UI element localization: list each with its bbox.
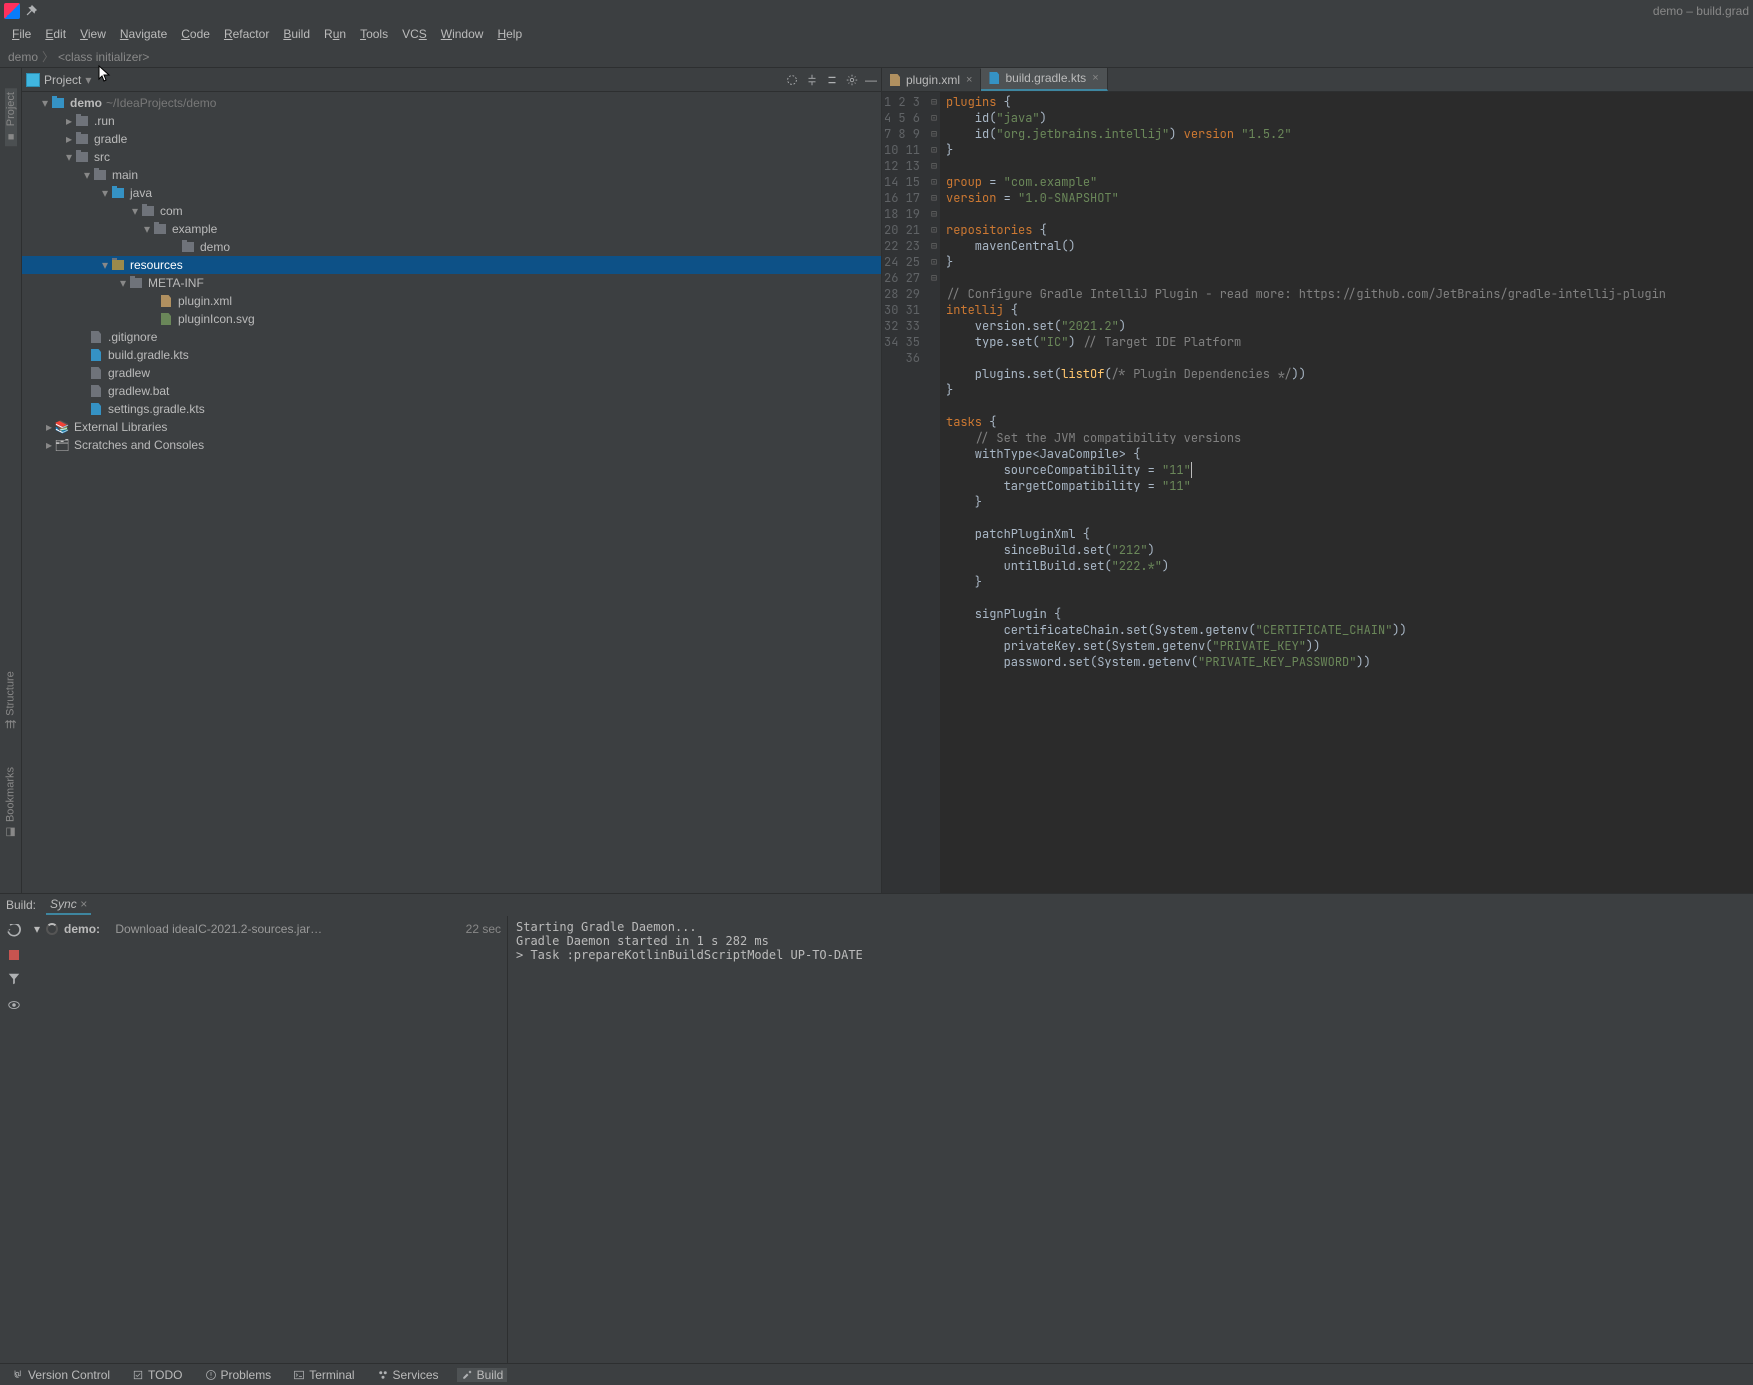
- editor-area: plugin.xml× build.gradle.kts× 1 2 3 4 5 …: [882, 68, 1753, 893]
- expand-all-icon[interactable]: [805, 73, 819, 87]
- filter-icon[interactable]: [7, 972, 21, 986]
- toolwindow-bookmarks[interactable]: ◧Bookmarks: [4, 763, 17, 843]
- menu-edit[interactable]: Edit: [39, 25, 72, 43]
- tree-com[interactable]: ▾com: [22, 202, 881, 220]
- pin-icon[interactable]: [24, 4, 38, 18]
- build-task-row[interactable]: ▾demo: Download ideaIC-2021.2-sources.ja…: [34, 920, 501, 938]
- tree-scratches[interactable]: ▸🗂Scratches and Consoles: [22, 436, 881, 454]
- fold-gutter[interactable]: ⊟ ⊡ ⊟ ⊡ ⊟ ⊡ ⊟ ⊟ ⊡ ⊟ ⊡ ⊟: [928, 92, 940, 893]
- gear-icon[interactable]: [845, 73, 859, 87]
- build-output[interactable]: Starting Gradle Daemon... Gradle Daemon …: [508, 916, 1753, 1363]
- status-build[interactable]: Build: [457, 1368, 508, 1382]
- status-todo[interactable]: TODO: [128, 1368, 186, 1382]
- tree-gradlewbat[interactable]: gradlew.bat: [22, 382, 881, 400]
- tree-settings[interactable]: settings.gradle.kts: [22, 400, 881, 418]
- menu-build[interactable]: Build: [277, 25, 316, 43]
- menu-code[interactable]: Code: [175, 25, 216, 43]
- left-tool-stripe[interactable]: ■Project ⇶Structure ◧Bookmarks: [0, 68, 22, 893]
- sidebar-header: Project ▾ —: [22, 68, 881, 92]
- breadcrumb[interactable]: demo 〉 <class initializer>: [0, 46, 1753, 68]
- menu-file[interactable]: File: [6, 25, 37, 43]
- menu-window[interactable]: Window: [435, 25, 490, 43]
- titlebar: demo – build.grad: [0, 0, 1753, 22]
- toolwindow-project[interactable]: ■Project: [5, 88, 17, 146]
- build-tabs[interactable]: Build: Sync ×: [0, 894, 1753, 916]
- menu-navigate[interactable]: Navigate: [114, 25, 173, 43]
- tree-demo[interactable]: demo: [22, 238, 881, 256]
- editor-tabs[interactable]: plugin.xml× build.gradle.kts×: [882, 68, 1753, 92]
- window-title: demo – build.grad: [1653, 4, 1749, 18]
- spinner-icon: [46, 923, 58, 935]
- app-logo-icon: [4, 3, 20, 19]
- toggle-view-icon[interactable]: [7, 998, 21, 1012]
- menu-tools[interactable]: Tools: [354, 25, 394, 43]
- tree-buildgradle[interactable]: build.gradle.kts: [22, 346, 881, 364]
- build-label: Build:: [6, 898, 36, 912]
- tree-main[interactable]: ▾main: [22, 166, 881, 184]
- tree-gitignore[interactable]: .gitignore: [22, 328, 881, 346]
- menu-help[interactable]: Help: [491, 25, 528, 43]
- breadcrumb-root[interactable]: demo: [8, 50, 38, 64]
- tree-pluginicon[interactable]: pluginIcon.svg: [22, 310, 881, 328]
- project-view-icon: [26, 73, 40, 87]
- tree-root[interactable]: ▾demo~/IdeaProjects/demo: [22, 94, 881, 112]
- line-gutter: 1 2 3 4 5 6 7 8 9 10 11 12 13 14 15 16 1…: [882, 92, 928, 893]
- code-content[interactable]: plugins { id("java") id("org.jetbrains.i…: [940, 92, 1753, 893]
- menu-view[interactable]: View: [74, 25, 112, 43]
- menu-run[interactable]: Run: [318, 25, 352, 43]
- breadcrumb-item[interactable]: <class initializer>: [58, 50, 149, 64]
- build-toolbar[interactable]: [0, 916, 28, 1363]
- rerun-icon[interactable]: [7, 924, 21, 938]
- stop-icon[interactable]: [9, 950, 19, 960]
- hide-icon[interactable]: —: [865, 73, 877, 87]
- tree-resources[interactable]: ▾resources: [22, 256, 881, 274]
- tree-example[interactable]: ▾example: [22, 220, 881, 238]
- dropdown-icon[interactable]: ▾: [85, 73, 91, 87]
- menu-refactor[interactable]: Refactor: [218, 25, 275, 43]
- build-tab-sync[interactable]: Sync ×: [46, 895, 91, 915]
- tree-run[interactable]: ▸.run: [22, 112, 881, 130]
- build-panel: Build: Sync × ▾demo: Download ideaIC-202…: [0, 893, 1753, 1363]
- menubar[interactable]: File Edit View Navigate Code Refactor Bu…: [0, 22, 1753, 46]
- toolwindow-structure[interactable]: ⇶Structure: [4, 667, 17, 733]
- tree-gradlew[interactable]: gradlew: [22, 364, 881, 382]
- tree-external[interactable]: ▸📚External Libraries: [22, 418, 881, 436]
- close-icon[interactable]: ×: [966, 74, 972, 86]
- status-vcs[interactable]: Version Control: [8, 1368, 114, 1382]
- menu-vcs[interactable]: VCS: [396, 25, 433, 43]
- close-icon[interactable]: ×: [1092, 72, 1098, 84]
- tab-buildgradle[interactable]: build.gradle.kts×: [981, 68, 1107, 91]
- editor[interactable]: 1 2 3 4 5 6 7 8 9 10 11 12 13 14 15 16 1…: [882, 92, 1753, 893]
- status-problems[interactable]: Problems: [201, 1368, 276, 1382]
- status-services[interactable]: Services: [373, 1368, 443, 1382]
- select-opened-icon[interactable]: [785, 73, 799, 87]
- tree-metainf[interactable]: ▾META-INF: [22, 274, 881, 292]
- status-terminal[interactable]: Terminal: [289, 1368, 358, 1382]
- tree-pluginxml[interactable]: plugin.xml: [22, 292, 881, 310]
- project-tree[interactable]: ▾demo~/IdeaProjects/demo ▸.run ▸gradle ▾…: [22, 92, 881, 893]
- build-tree[interactable]: ▾demo: Download ideaIC-2021.2-sources.ja…: [28, 916, 508, 1363]
- tree-src[interactable]: ▾src: [22, 148, 881, 166]
- tree-java[interactable]: ▾java: [22, 184, 881, 202]
- chevron-right-icon: 〉: [42, 48, 54, 65]
- tab-pluginxml[interactable]: plugin.xml×: [882, 69, 981, 91]
- sidebar-title[interactable]: Project: [44, 73, 81, 87]
- project-sidebar: Project ▾ — ▾demo~/IdeaProjects/demo ▸.r…: [22, 68, 882, 893]
- statusbar[interactable]: Version Control TODO Problems Terminal S…: [0, 1363, 1753, 1385]
- collapse-all-icon[interactable]: [825, 73, 839, 87]
- tree-gradle[interactable]: ▸gradle: [22, 130, 881, 148]
